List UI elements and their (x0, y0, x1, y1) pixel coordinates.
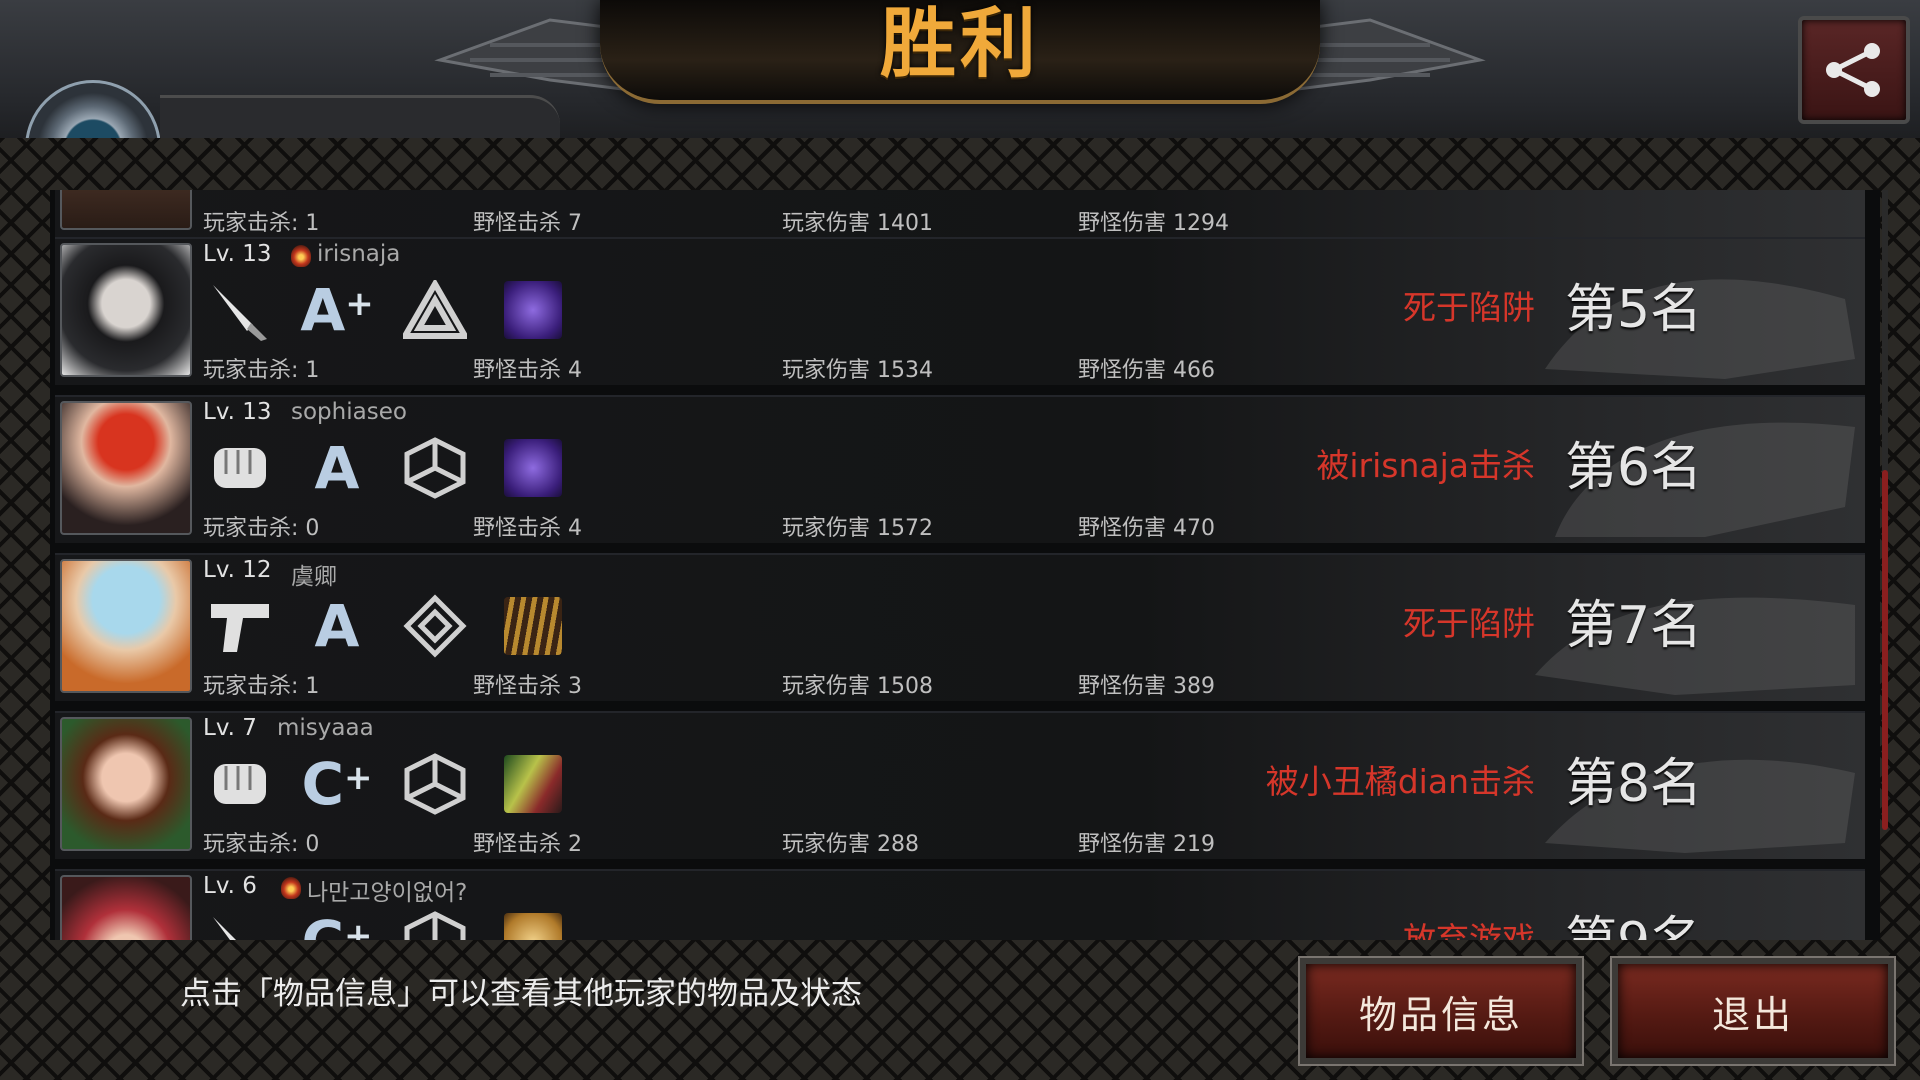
monster-damage: 野怪伤害 1294 (1078, 211, 1229, 236)
fist-icon (205, 433, 275, 503)
share-icon (1826, 43, 1880, 97)
table-row[interactable]: Lv. 6 나만고양이없어? C+ 放弃游戏 第9名 (55, 869, 1865, 940)
player-name: misyaaa (277, 715, 374, 741)
grade-badge: C+ (301, 912, 373, 940)
player-level: Lv. 13 (203, 399, 272, 425)
gold-item-icon[interactable] (498, 907, 568, 940)
monster-damage: 野怪伤害 470 (1078, 516, 1215, 541)
crest-icon (291, 245, 311, 267)
plant-item-icon[interactable] (498, 749, 568, 819)
final-rank: 第6名 (1565, 438, 1703, 498)
item-info-button[interactable]: 物品信息 (1300, 958, 1582, 1064)
grade-badge: C+ (301, 750, 373, 818)
avatar (60, 559, 192, 693)
avatar (60, 243, 192, 377)
player-level: Lv. 7 (203, 715, 257, 741)
player-kills: 玩家击杀: 1 (203, 358, 320, 383)
player-name: 虞卿 (291, 564, 337, 590)
victory-title: 胜利 (880, 0, 1040, 88)
player-damage: 玩家伤害 1534 (782, 358, 933, 383)
player-damage: 玩家伤害 1401 (782, 211, 933, 236)
cube-emblem-icon (400, 433, 470, 503)
player-damage: 玩家伤害 1508 (782, 674, 933, 699)
triangle-emblem-icon (400, 275, 470, 345)
elimination-cause: 死于陷阱 (1403, 604, 1535, 643)
cube-emblem-icon (400, 907, 470, 940)
final-rank: 第5名 (1565, 280, 1703, 340)
player-kills: 玩家击杀: 1 (203, 211, 320, 236)
grade-badge: A (314, 434, 360, 502)
purple-item-icon[interactable] (498, 275, 568, 345)
list-scrollbar-thumb[interactable] (1882, 470, 1888, 830)
player-damage: 玩家伤害 288 (782, 832, 919, 857)
crest-icon (281, 877, 301, 899)
player-name: irisnaja (317, 241, 401, 267)
table-row[interactable]: Lv. 13 sophiaseo A 玩家击杀: 0 野怪击杀 4 玩家伤害 1… (55, 395, 1865, 543)
results-list[interactable]: 玩家击杀: 1 野怪击杀 7 玩家伤害 1401 野怪伤害 1294 Lv. 1… (50, 190, 1880, 940)
pistol-icon (205, 591, 275, 661)
monster-damage: 野怪伤害 389 (1078, 674, 1215, 699)
player-kills: 玩家击杀: 0 (203, 832, 320, 857)
monster-damage: 野怪伤害 219 (1078, 832, 1215, 857)
final-rank: 第8名 (1565, 754, 1703, 814)
player-name: 나만고양이없어? (307, 880, 468, 906)
avatar (60, 190, 192, 230)
grade-badge: A (314, 592, 360, 660)
item-info-hint: 点击「物品信息」可以查看其他玩家的物品及状态 (180, 976, 862, 1012)
purple-item-icon[interactable] (498, 433, 568, 503)
final-rank: 第9名 (1565, 899, 1702, 940)
table-row[interactable]: Lv. 12 虞卿 A 玩家击杀: 1 野怪击杀 3 玩家伤害 1508 野怪伤… (55, 553, 1865, 701)
diamond-emblem-icon (400, 591, 470, 661)
final-rank: 第7名 (1565, 596, 1703, 656)
monster-damage: 野怪伤害 466 (1078, 358, 1215, 383)
player-kills: 玩家击杀: 1 (203, 674, 320, 699)
victory-title-plate: 胜利 (600, 0, 1320, 104)
avatar (60, 401, 192, 535)
monster-kills: 野怪击杀 4 (473, 516, 582, 541)
player-kills: 玩家击杀: 0 (203, 516, 320, 541)
elimination-cause: 放弃游戏 (1403, 920, 1535, 940)
table-row: 玩家击杀: 1 野怪击杀 7 玩家伤害 1401 野怪伤害 1294 (55, 190, 1865, 238)
knife-icon (205, 907, 275, 940)
player-damage: 玩家伤害 1572 (782, 516, 933, 541)
elimination-cause: 死于陷阱 (1403, 288, 1535, 327)
elimination-cause: 被小丑橘dian击杀 (1265, 762, 1535, 801)
player-level: Lv. 13 (203, 241, 272, 267)
knife-icon (205, 275, 275, 345)
bullets-item-icon[interactable] (498, 591, 568, 661)
grade-badge: A+ (300, 276, 374, 344)
exit-button[interactable]: 退出 (1612, 958, 1894, 1064)
avatar (60, 875, 192, 940)
monster-kills: 野怪击杀 4 (473, 358, 582, 383)
player-level: Lv. 12 (203, 557, 272, 583)
share-button[interactable] (1798, 16, 1910, 124)
player-level: Lv. 6 (203, 873, 257, 899)
avatar (60, 717, 192, 851)
monster-kills: 野怪击杀 3 (473, 674, 582, 699)
monster-kills: 野怪击杀 2 (473, 832, 582, 857)
cube-emblem-icon (400, 749, 470, 819)
elimination-cause: 被irisnaja击杀 (1316, 446, 1535, 485)
player-name: sophiaseo (291, 399, 407, 425)
table-row[interactable]: Lv. 13 irisnaja A+ 玩家击杀: 1 野怪击杀 4 玩家伤害 1… (55, 237, 1865, 385)
table-row[interactable]: Lv. 7 misyaaa C+ 玩家击杀: 0 野怪击杀 2 玩家伤害 288… (55, 711, 1865, 859)
fist-icon (205, 749, 275, 819)
monster-kills: 野怪击杀 7 (473, 211, 582, 236)
